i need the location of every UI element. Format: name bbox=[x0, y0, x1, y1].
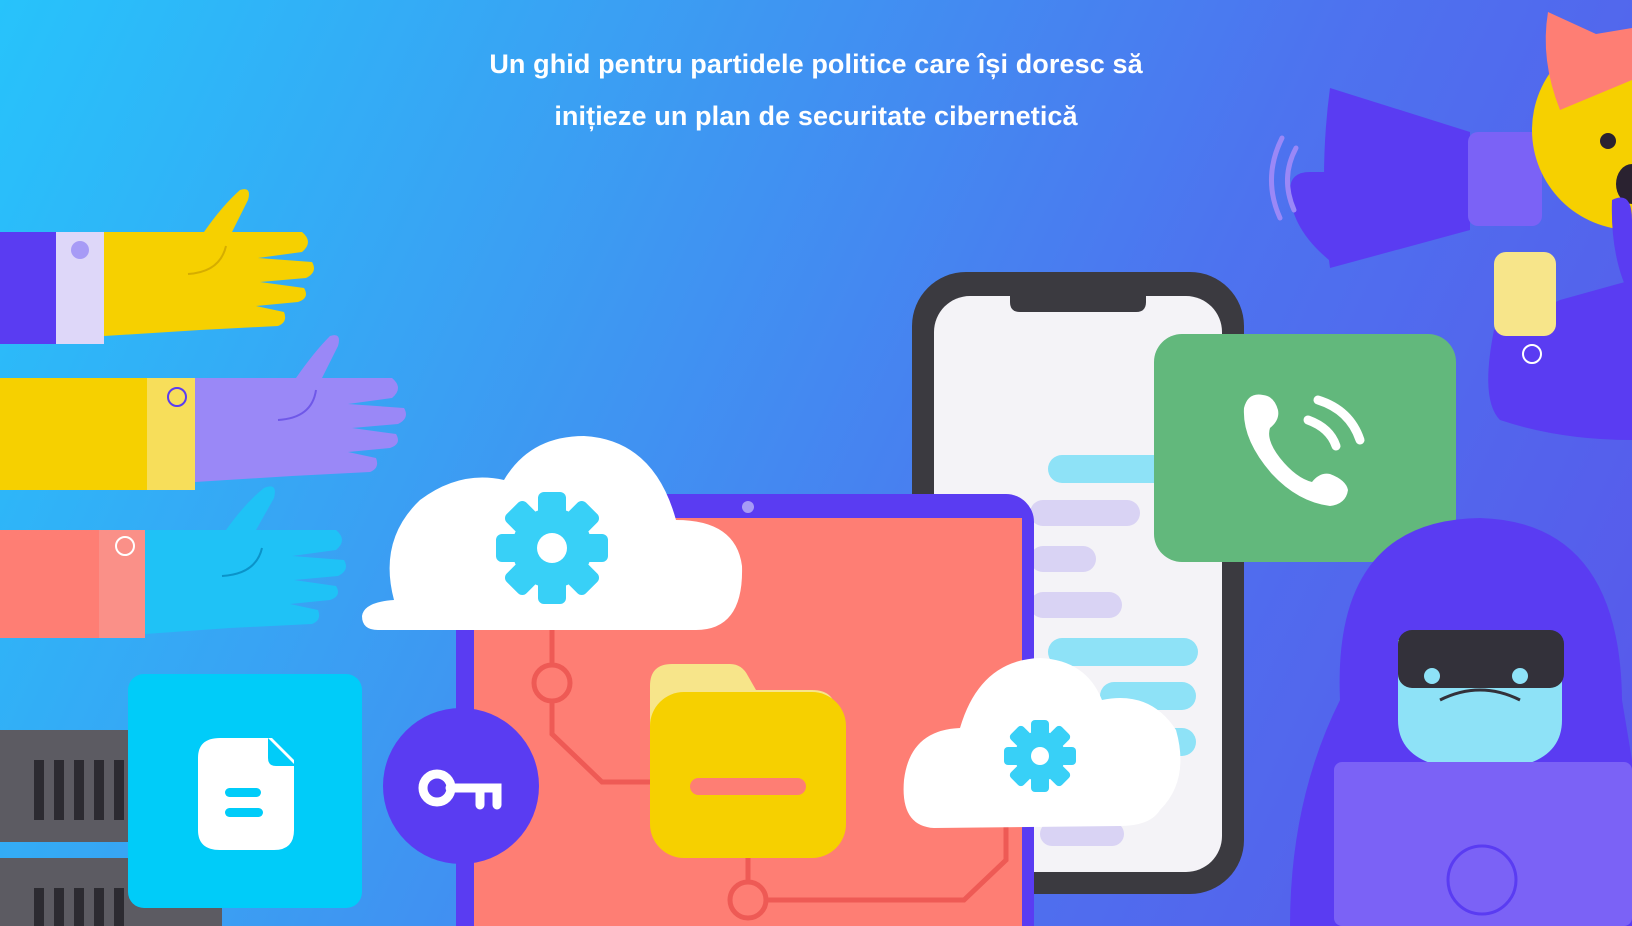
headline-line-2: inițieze un plan de securitate ciberneti… bbox=[554, 101, 1078, 131]
key-icon bbox=[383, 708, 539, 864]
hand-yellow-icon bbox=[0, 189, 314, 344]
folder-icon bbox=[650, 664, 846, 858]
cloud-gear-icon bbox=[362, 436, 743, 630]
phone-call-icon bbox=[1154, 334, 1456, 562]
hacker-icon bbox=[1290, 518, 1632, 926]
headline-line-1: Un ghid pentru partidele politice care î… bbox=[489, 49, 1143, 79]
page-title: Un ghid pentru partidele politice care î… bbox=[316, 38, 1316, 142]
document-icon bbox=[128, 674, 362, 908]
hand-purple-icon bbox=[0, 335, 406, 490]
hand-cyan-icon bbox=[0, 486, 346, 638]
